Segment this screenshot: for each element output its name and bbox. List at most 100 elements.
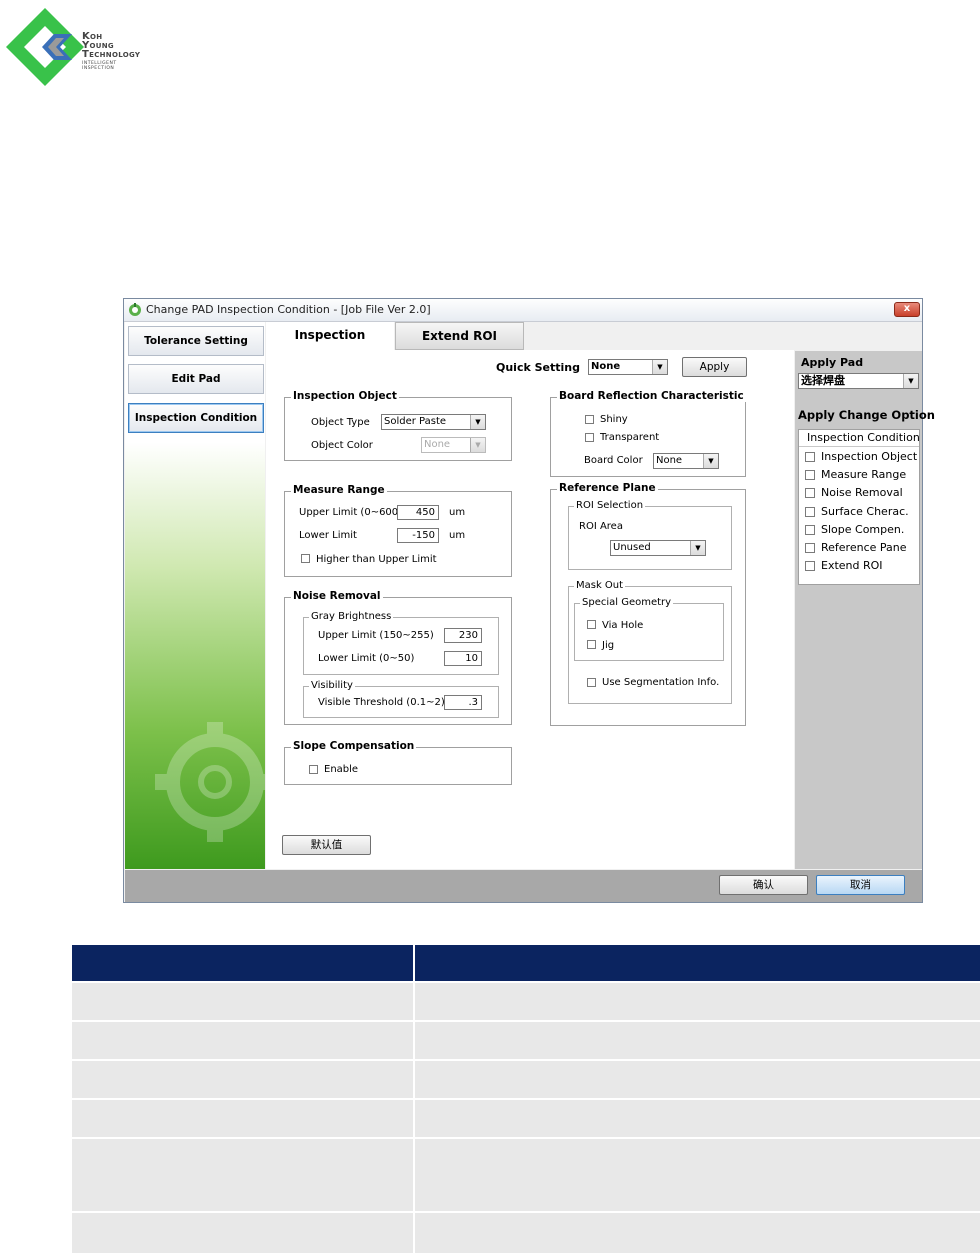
via-hole-label: Via Hole <box>602 620 644 631</box>
chevron-down-icon: ▼ <box>470 415 485 429</box>
apply-option-label: Reference Pane <box>821 541 907 554</box>
roi-selection-group: ROI Selection ROI Area Unused ▼ <box>568 500 732 570</box>
table-row <box>72 1100 413 1137</box>
table-row <box>415 1061 980 1098</box>
inspection-condition-panel: Quick Setting None ▼ Apply Inspection Ob… <box>266 350 794 869</box>
quick-setting-select[interactable]: None ▼ <box>588 359 668 375</box>
change-pad-dialog: Change PAD Inspection Condition - [Job F… <box>123 298 935 903</box>
inspection-object-title: Inspection Object <box>291 390 399 402</box>
roi-selection-title: ROI Selection <box>574 500 646 511</box>
visible-threshold-input[interactable]: .3 <box>444 695 482 710</box>
slope-enable-checkbox[interactable] <box>309 765 318 774</box>
segmentation-checkbox[interactable] <box>587 678 596 687</box>
apply-change-header: Inspection Condition <box>807 431 920 444</box>
bottom-button-bar: 确认 取消 <box>125 870 922 902</box>
logo-wordmark: Koh Young Technology INTELLIGENT INSPECT… <box>82 32 140 72</box>
close-x-icon: x <box>903 303 911 314</box>
visibility-group: Visibility Visible Threshold (0.1~2) .3 <box>303 680 499 718</box>
board-color-select[interactable]: None ▼ <box>653 453 719 469</box>
cancel-button[interactable]: 取消 <box>816 875 905 895</box>
apply-option-checkbox[interactable] <box>805 543 815 553</box>
gray-lower-label: Lower Limit (0~50) <box>318 653 415 664</box>
table-row <box>415 1022 980 1059</box>
left-nav-panel: Tolerance Setting Edit Pad Inspection Co… <box>125 322 265 869</box>
measure-range-title: Measure Range <box>291 484 387 496</box>
logo-tagline-2: INSPECTION <box>82 66 115 71</box>
apply-pad-select[interactable]: 选择焊盘 ▼ <box>798 373 919 389</box>
mask-out-title: Mask Out <box>574 580 626 591</box>
lower-limit-label: Lower Limit <box>299 530 357 541</box>
ok-button[interactable]: 确认 <box>719 875 808 895</box>
default-values-button[interactable]: 默认值 <box>282 835 371 855</box>
title-bar: Change PAD Inspection Condition - [Job F… <box>124 299 922 322</box>
apply-option-checkbox[interactable] <box>805 524 815 535</box>
nav-inspection-condition[interactable]: Inspection Condition <box>128 403 264 433</box>
apply-option-checkbox[interactable] <box>805 452 815 462</box>
apply-pad-title: Apply Pad <box>801 356 864 369</box>
shiny-label: Shiny <box>600 414 628 425</box>
transparent-label: Transparent <box>600 432 660 443</box>
object-type-select[interactable]: Solder Paste ▼ <box>381 414 486 430</box>
gray-brightness-group: Gray Brightness Upper Limit (150~255) 23… <box>303 611 499 675</box>
gray-upper-input[interactable]: 230 <box>444 628 482 643</box>
apply-quick-setting-button[interactable]: Apply <box>682 357 747 377</box>
roi-area-select[interactable]: Unused ▼ <box>610 540 706 556</box>
tab-extend-roi[interactable]: Extend ROI <box>395 322 524 350</box>
app-icon <box>129 303 141 316</box>
slope-compensation-title: Slope Compensation <box>291 740 417 752</box>
slope-compensation-group: Slope Compensation Enable <box>284 740 512 785</box>
apply-option-label: Slope Compen. <box>821 522 905 536</box>
chevron-down-icon: ▼ <box>703 454 718 468</box>
table-row <box>415 983 980 1020</box>
apply-option-checkbox[interactable] <box>805 506 815 517</box>
object-type-value: Solder Paste <box>384 416 447 427</box>
special-geometry-group: Special Geometry Via Hole Jig <box>574 597 724 661</box>
table-row <box>415 1100 980 1137</box>
object-color-value: None <box>424 439 451 450</box>
shiny-checkbox[interactable] <box>585 415 594 424</box>
object-color-select[interactable]: None ▼ <box>421 437 486 453</box>
visible-threshold-label: Visible Threshold (0.1~2) <box>318 697 445 708</box>
nav-tolerance-setting[interactable]: Tolerance Setting <box>128 326 264 356</box>
window-title: Change PAD Inspection Condition - [Job F… <box>146 303 431 316</box>
koh-young-logo-icon <box>6 8 84 86</box>
reference-plane-group: Reference Plane ROI Selection ROI Area U… <box>550 482 746 726</box>
table-row <box>415 1139 980 1211</box>
upper-limit-unit: um <box>449 507 466 518</box>
nav-edit-pad[interactable]: Edit Pad <box>128 364 264 394</box>
segmentation-label: Use Segmentation Info. <box>602 677 720 688</box>
lower-limit-input[interactable]: -150 <box>397 528 439 543</box>
board-color-label: Board Color <box>584 455 643 466</box>
higher-than-upper-checkbox[interactable] <box>301 554 310 563</box>
table-row <box>415 1213 980 1253</box>
apply-option-label: Inspection Object <box>821 450 918 463</box>
jig-checkbox[interactable] <box>587 640 596 649</box>
reference-plane-title: Reference Plane <box>557 482 658 494</box>
apply-option-checkbox[interactable] <box>805 488 815 499</box>
transparent-checkbox[interactable] <box>585 433 594 442</box>
chevron-down-icon: ▼ <box>470 438 485 452</box>
close-button[interactable]: x <box>894 302 920 317</box>
table-row <box>72 983 413 1020</box>
upper-limit-input[interactable]: 450 <box>397 505 439 520</box>
roi-area-label: ROI Area <box>579 521 623 532</box>
mask-out-group: Mask Out Special Geometry Via Hole Jig U… <box>568 580 732 704</box>
table-row <box>72 1139 413 1211</box>
apply-pad-value: 选择焊盘 <box>801 374 845 387</box>
gray-lower-input[interactable]: 10 <box>444 651 482 666</box>
board-reflection-title: Board Reflection Characteristic <box>557 390 746 402</box>
visibility-title: Visibility <box>309 680 355 691</box>
via-hole-checkbox[interactable] <box>587 620 596 629</box>
jig-label: Jig <box>602 640 615 651</box>
apply-option-checkbox[interactable] <box>805 561 815 572</box>
apply-option-label: Extend ROI <box>821 559 883 573</box>
gray-upper-label: Upper Limit (150~255) <box>318 630 434 641</box>
apply-option-label: Surface Cherac. <box>821 504 909 518</box>
table-header-cell-2 <box>415 945 980 981</box>
noise-removal-group: Noise Removal Gray Brightness Upper Limi… <box>284 590 512 725</box>
gray-brightness-title: Gray Brightness <box>309 611 394 622</box>
tab-inspection-condition[interactable]: Inspection Condition <box>266 322 394 368</box>
noise-removal-title: Noise Removal <box>291 590 383 602</box>
apply-option-checkbox[interactable] <box>805 470 815 481</box>
chevron-down-icon: ▼ <box>652 360 667 374</box>
